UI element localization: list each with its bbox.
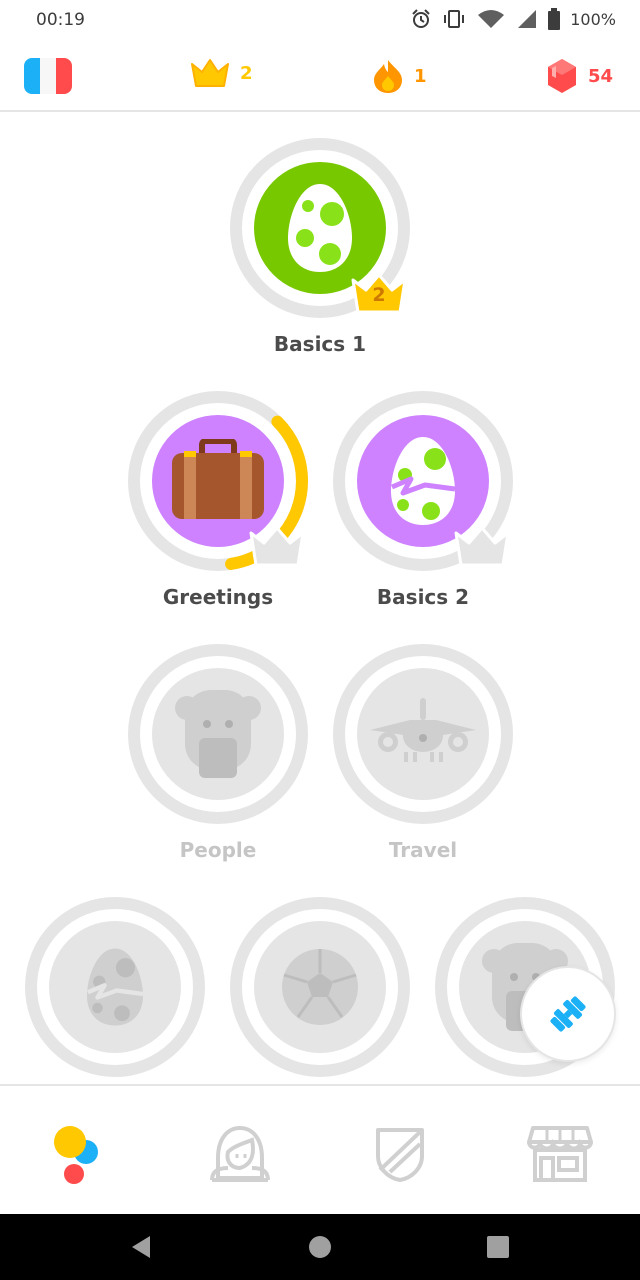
suitcase-icon	[172, 439, 264, 519]
language-flag-button[interactable]	[24, 58, 72, 94]
practice-button[interactable]	[520, 966, 616, 1062]
profile-icon	[210, 1126, 270, 1182]
nav-shop[interactable]	[520, 1114, 600, 1194]
system-nav-bar	[0, 1214, 640, 1280]
battery-icon	[548, 8, 561, 30]
skill-label: Basics 2	[376, 585, 470, 609]
crown-empty-icon	[454, 526, 510, 567]
airplane-icon	[370, 698, 476, 762]
nav-profile[interactable]	[200, 1114, 280, 1194]
cracked-egg-icon	[87, 948, 144, 1026]
skill-label: Basics 1	[273, 332, 367, 356]
skill-label: Greetings	[162, 585, 274, 609]
streak-count: 1	[414, 65, 427, 87]
vibrate-icon	[444, 10, 465, 28]
status-icons: 100%	[410, 8, 616, 30]
person-face-icon	[175, 690, 261, 778]
shop-icon	[527, 1126, 593, 1182]
top-header: 2 1 54	[0, 40, 640, 112]
crowns-count: 2	[240, 62, 253, 84]
skill-crown-badge: 2	[350, 272, 408, 316]
bottom-nav	[0, 1084, 640, 1214]
french-flag-icon	[24, 58, 40, 94]
skill-label: Travel	[388, 838, 458, 862]
gems-count: 54	[588, 65, 614, 87]
streak-counter[interactable]: 1	[372, 58, 427, 94]
status-bar: 00:19 100%	[0, 0, 640, 40]
back-icon[interactable]	[128, 1234, 154, 1260]
home-icon[interactable]	[307, 1234, 333, 1260]
gems-counter[interactable]: 54	[546, 58, 613, 94]
egg-icon	[288, 184, 352, 272]
dumbbell-icon	[550, 996, 586, 1032]
flame-icon	[374, 60, 402, 93]
recents-icon[interactable]	[485, 1234, 511, 1260]
skill-crown-badge	[453, 525, 511, 569]
crown-level: 2	[372, 284, 386, 306]
skill-label: People	[179, 838, 257, 862]
crowns-counter[interactable]: 2	[190, 58, 253, 88]
nav-learn[interactable]	[38, 1114, 118, 1194]
status-time: 00:19	[36, 10, 85, 30]
learn-dots-icon	[54, 1126, 98, 1184]
signal-icon	[518, 10, 537, 28]
crown-icon	[191, 59, 229, 87]
battery-percent: 100%	[570, 9, 616, 29]
alarm-icon	[412, 9, 430, 28]
cracked-egg-icon	[391, 437, 456, 525]
wifi-icon	[478, 10, 505, 28]
gem-icon	[548, 59, 576, 93]
soccer-ball-icon	[282, 949, 358, 1025]
skill-crown-badge	[248, 525, 306, 569]
crown-empty-icon	[249, 526, 305, 567]
nav-leaderboard[interactable]	[360, 1114, 440, 1194]
shield-icon	[376, 1128, 424, 1182]
